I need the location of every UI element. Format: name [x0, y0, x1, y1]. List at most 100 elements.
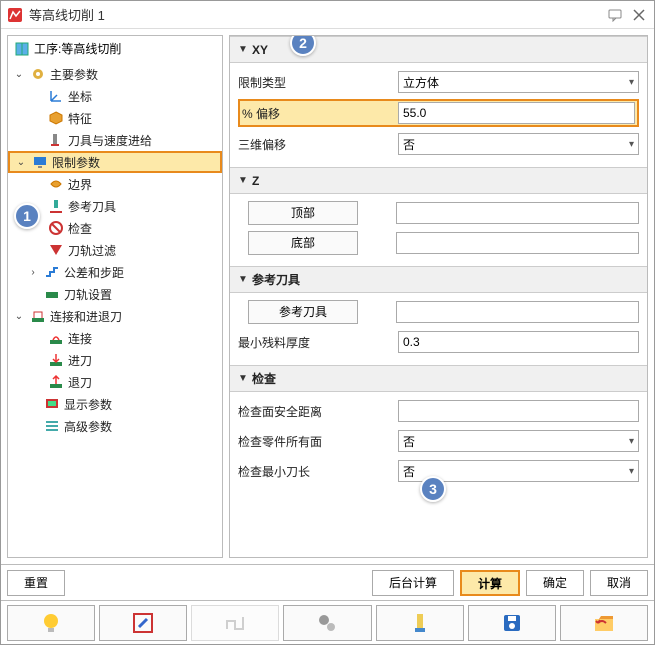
blank-icon	[26, 397, 40, 411]
top-input[interactable]	[396, 202, 639, 224]
main-area: 工序:等高线切削 1 ⌄ 主要参数 坐标 特征 刀具与速度进给 ⌄	[1, 29, 654, 564]
caret-down-icon: ▼	[238, 274, 248, 285]
tool-button[interactable]	[376, 605, 464, 641]
tree-node-toolspeed[interactable]: 刀具与速度进给	[8, 129, 222, 151]
tree-node-limitparams[interactable]: ⌄ 限制参数	[8, 151, 222, 173]
nocheck-icon	[48, 220, 64, 236]
close-icon[interactable]	[630, 6, 648, 24]
book-icon	[14, 41, 30, 57]
field-min-rest: 最小残料厚度 0.3	[238, 329, 639, 355]
tree-node-link[interactable]: 连接	[8, 327, 222, 349]
tree-node-advanced[interactable]: 高级参数	[8, 415, 222, 437]
path-button[interactable]	[191, 605, 279, 641]
tool-icon	[48, 132, 64, 148]
ok-button[interactable]: 确定	[526, 570, 584, 596]
cube-icon	[48, 110, 64, 126]
chevron-down-icon: ⌄	[14, 155, 28, 169]
reset-button[interactable]: 重置	[7, 570, 65, 596]
axis-icon	[48, 88, 64, 104]
field-pct-offset: % 偏移 55.0	[238, 99, 639, 127]
allfaces-select[interactable]: 否▾	[398, 430, 639, 452]
chevron-down-icon: ▾	[629, 77, 634, 88]
safe-dist-input[interactable]	[398, 400, 639, 422]
monitor-icon	[32, 154, 48, 170]
tree-pane: 工序:等高线切削 1 ⌄ 主要参数 坐标 特征 刀具与速度进给 ⌄	[7, 35, 223, 558]
filter-icon	[48, 242, 64, 258]
chevron-down-icon: ▾	[629, 466, 634, 477]
chevron-down-icon: ⌄	[12, 67, 26, 81]
min-rest-input[interactable]: 0.3	[398, 331, 639, 353]
tree-node-coord[interactable]: 坐标	[8, 85, 222, 107]
tree-node-leadout[interactable]: 退刀	[8, 371, 222, 393]
tree-node-linklead[interactable]: ⌄ 连接和进退刀	[8, 305, 222, 327]
tree-node-display[interactable]: 显示参数	[8, 393, 222, 415]
field-safe-dist: 检查面安全距离	[238, 398, 639, 424]
tree-header-label: 工序:等高线切削	[34, 40, 121, 57]
field-offset3d: 三维偏移 否▾	[238, 131, 639, 157]
save-button[interactable]	[468, 605, 556, 641]
edit-button[interactable]	[99, 605, 187, 641]
gear-icon	[30, 66, 46, 82]
section-check: ▼ 检查 检查面安全距离 检查零件所有面 否▾ 检查最小刀长 否▾	[230, 365, 647, 494]
callout-1: 1	[14, 203, 40, 229]
form-pane: 2 3 ▼ XY 限制类型 立方体▾ % 偏移 55.0 三维偏移 否▾	[229, 35, 648, 558]
section-header-reftool[interactable]: ▼ 参考刀具	[230, 267, 647, 293]
window-title: 等高线切削 1	[29, 5, 600, 24]
tree-node-pathset[interactable]: 刀轨设置	[8, 283, 222, 305]
field-top: 顶部	[238, 200, 639, 226]
bottom-input[interactable]	[396, 232, 639, 254]
section-header-check[interactable]: ▼ 检查	[230, 366, 647, 392]
title-bar: 等高线切削 1	[1, 1, 654, 29]
callout-3: 3	[420, 476, 446, 502]
bgcalc-button[interactable]: 后台计算	[372, 570, 454, 596]
section-z: ▼ Z 顶部 底部	[230, 167, 647, 266]
chevron-down-icon: ▾	[629, 436, 634, 447]
leadout-icon	[48, 374, 64, 390]
tree-node-reftool[interactable]: 参考刀具	[8, 195, 222, 217]
reftool-input[interactable]	[396, 301, 639, 323]
section-reftool: ▼ 参考刀具 参考刀具 最小残料厚度 0.3	[230, 266, 647, 365]
bottom-bar: 重置 后台计算 计算 确定 取消	[1, 564, 654, 600]
calc-button[interactable]: 计算	[460, 570, 520, 596]
caret-down-icon: ▼	[238, 373, 248, 384]
tree-node-check[interactable]: 检查	[8, 217, 222, 239]
field-bottom: 底部	[238, 230, 639, 256]
tree-node-tolstep[interactable]: › 公差和步距	[8, 261, 222, 283]
pct-offset-input[interactable]: 55.0	[398, 102, 635, 124]
chevron-down-icon: ⌄	[12, 309, 26, 323]
field-allfaces: 检查零件所有面 否▾	[238, 428, 639, 454]
display-icon	[44, 396, 60, 412]
tree-node-feature[interactable]: 特征	[8, 107, 222, 129]
chevron-down-icon: ▾	[629, 139, 634, 150]
list-icon	[44, 418, 60, 434]
comment-icon[interactable]	[606, 6, 624, 24]
bulb-button[interactable]	[7, 605, 95, 641]
tree-node-mainparams[interactable]: ⌄ 主要参数	[8, 63, 222, 85]
offset3d-select[interactable]: 否▾	[398, 133, 639, 155]
section-header-z[interactable]: ▼ Z	[230, 168, 647, 194]
chevron-right-icon: ›	[26, 265, 40, 279]
field-reftool-btn: 参考刀具	[238, 299, 639, 325]
boundary-icon	[48, 176, 64, 192]
caret-down-icon: ▼	[238, 44, 248, 55]
reftool-button[interactable]: 参考刀具	[248, 300, 358, 324]
tree: 1 ⌄ 主要参数 坐标 特征 刀具与速度进给 ⌄ 限制参数	[8, 61, 222, 557]
tree-node-pathfilter[interactable]: 刀轨过滤	[8, 239, 222, 261]
caret-down-icon: ▼	[238, 175, 248, 186]
cancel-button[interactable]: 取消	[590, 570, 648, 596]
bottom-button[interactable]: 底部	[248, 231, 358, 255]
app-icon	[7, 7, 23, 23]
connect-icon	[48, 330, 64, 346]
step-icon	[44, 264, 60, 280]
tree-header: 工序:等高线切削	[8, 36, 222, 61]
limit-type-select[interactable]: 立方体▾	[398, 71, 639, 93]
field-limit-type: 限制类型 立方体▾	[238, 69, 639, 95]
link-icon	[30, 308, 46, 324]
blank-icon	[26, 419, 40, 433]
top-button[interactable]: 顶部	[248, 201, 358, 225]
open-button[interactable]	[560, 605, 648, 641]
tree-node-boundary[interactable]: 边界	[8, 173, 222, 195]
tree-node-leadin[interactable]: 进刀	[8, 349, 222, 371]
icon-bar	[1, 600, 654, 644]
gears-button[interactable]	[283, 605, 371, 641]
